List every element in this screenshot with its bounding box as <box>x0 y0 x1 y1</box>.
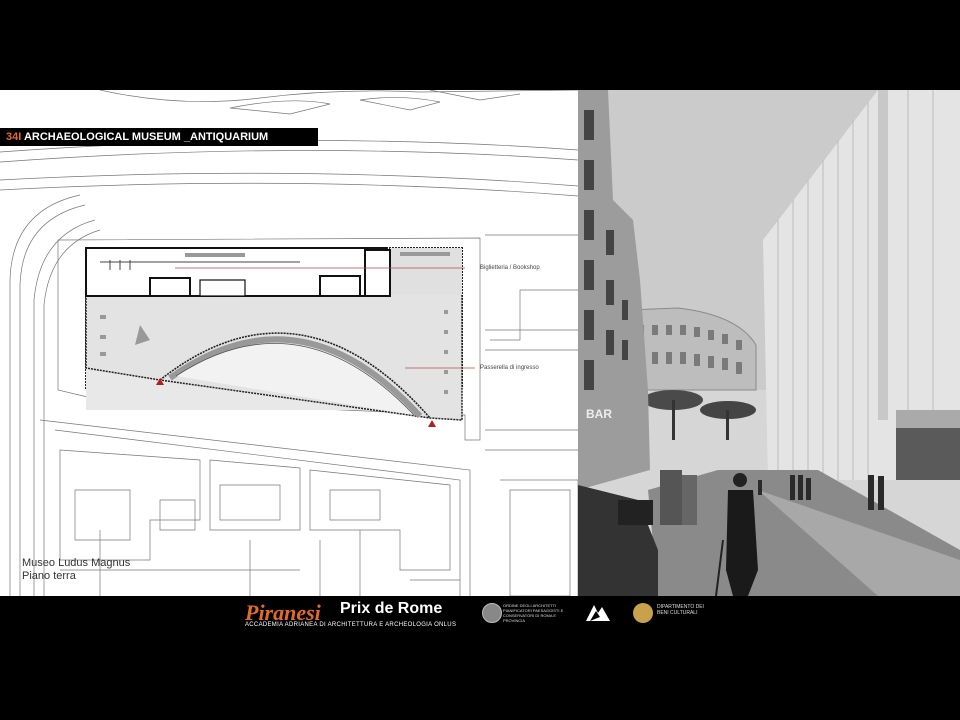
page-title: 34I ARCHAEOLOGICAL MUSEUM _ANTIQUARIUM <box>0 128 318 146</box>
street-render-image: BAR <box>578 90 960 596</box>
street-render: BAR <box>578 90 960 596</box>
footer-title: Prix de Rome <box>340 600 443 617</box>
partner-1-text: ORDINE DEGLI ARCHITETTI PIANIFICATORI PA… <box>503 603 564 623</box>
slide: 34I ARCHAEOLOGICAL MUSEUM _ANTIQUARIUM B… <box>0 90 960 596</box>
footer-subtitle: ACCADEMIA ADRIANEA DI ARCHITETTURA E ARC… <box>245 622 457 628</box>
caption-line-1: Museo Ludus Magnus <box>22 557 131 569</box>
label-entrance-walkway: Passerella di ingresso <box>480 365 539 371</box>
plan-caption: Museo Ludus Magnus Piano terra <box>22 557 130 583</box>
bar-sign: BAR <box>586 407 612 421</box>
label-ticket-bookshop: Biglietteria / Bookshop <box>480 265 540 271</box>
architects-order-logo-icon <box>482 603 502 623</box>
partner-2-logo-icon <box>586 605 610 621</box>
title-text: ARCHAEOLOGICAL MUSEUM _ANTIQUARIUM <box>23 131 269 143</box>
floor-plan: 34I ARCHAEOLOGICAL MUSEUM _ANTIQUARIUM B… <box>0 90 578 596</box>
cultural-heritage-logo-icon <box>633 603 653 623</box>
partner-3-text: DIPARTIMENTO DEI BENI CULTURALI <box>657 604 704 616</box>
title-separator: I <box>18 131 22 143</box>
title-number: 34 <box>6 131 19 143</box>
caption-line-2: Piano terra <box>22 570 76 582</box>
plan-drawing <box>0 90 578 596</box>
